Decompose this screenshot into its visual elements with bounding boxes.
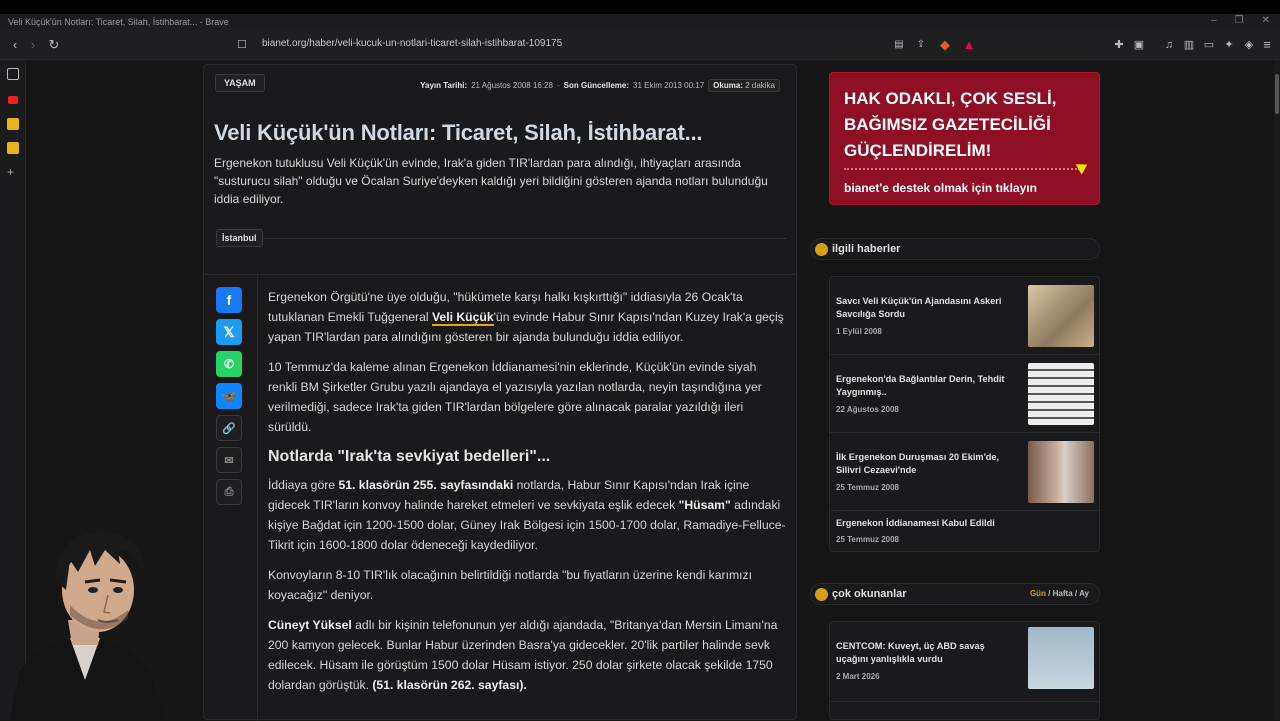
extensions-icon[interactable]: ✚ <box>1110 36 1128 54</box>
list-item[interactable]: Savcı Veli Küçük'ün Ajandasını Askeri Sa… <box>830 277 1099 355</box>
maximize-icon[interactable]: ❐ <box>1235 15 1244 26</box>
section-dot-icon <box>815 243 828 256</box>
item-date: 22 Ağustos 2008 <box>836 405 899 414</box>
reload-icon[interactable]: ↻ <box>45 36 63 54</box>
article-header: YAŞAM Yayın Tarihi: 21 Ağustos 2008 16:2… <box>204 65 796 275</box>
brave-rewards-icon[interactable]: ▲ <box>960 36 978 54</box>
item-title[interactable]: CENTCOM: Kuveyt, üç ABD savaş uçağını ya… <box>836 640 1016 666</box>
mail-icon[interactable]: ✉ <box>216 447 242 473</box>
bookmark-app-icon[interactable] <box>7 142 19 154</box>
banner-cta[interactable]: bianet'e destek olmak için tıklayın <box>844 181 1037 195</box>
music-icon[interactable]: ♫ <box>1160 36 1178 54</box>
category-badge[interactable]: YAŞAM <box>215 74 265 92</box>
item-title[interactable]: Savcı Veli Küçük'ün Ajandasını Askeri Sa… <box>836 295 1016 321</box>
article-title: Veli Küçük'ün Notları: Ticaret, Silah, İ… <box>214 120 703 145</box>
window-controls: – ❐ ✕ <box>1211 15 1270 26</box>
bluesky-icon[interactable]: 🦋 <box>216 383 242 409</box>
article-lead: Ergenekon tutuklusu Veli Küçük'ün evinde… <box>214 156 768 206</box>
related-news-title: ilgili haberler <box>832 243 901 255</box>
item-date: 2 Mart 2026 <box>836 672 880 681</box>
back-icon[interactable]: ‹ <box>6 36 24 54</box>
share-icon[interactable]: ⇪ <box>912 36 930 54</box>
article-body: Ergenekon Örgütü'ne üye olduğu, "hükümet… <box>268 287 788 705</box>
list-item[interactable]: Ergenekon'da Bağlantılar Derin, Tehdit Y… <box>830 355 1099 433</box>
sidebar-panel-icon[interactable] <box>7 68 19 80</box>
read-time-badge: Okuma: 2 dakika <box>708 79 780 92</box>
most-read-header: çok okunanlar Gün / Hafta / Ay <box>810 583 1100 605</box>
address-bar[interactable]: bianet.org/haber/veli-kucuk-un-notlari-t… <box>262 38 562 49</box>
item-title[interactable]: İlk Ergenekon Duruşması 20 Ekim'de, Sili… <box>836 451 1016 477</box>
news-thumbnail[interactable] <box>1028 285 1094 347</box>
streamer-avatar <box>10 532 165 720</box>
section-heading: Notlarda "Irak'ta sevkiyat bedelleri"... <box>268 448 551 465</box>
related-news-list: Savcı Veli Küçük'ün Ajandasını Askeri Sa… <box>829 276 1100 552</box>
add-icon[interactable]: + <box>7 166 19 178</box>
related-news-header: ilgili haberler <box>810 238 1100 260</box>
paragraph: 10 Temmuz'da kaleme alınan Ergenekon İdd… <box>268 360 762 434</box>
camera-icon[interactable]: ▣ <box>1130 36 1148 54</box>
banner-wave <box>844 168 1080 171</box>
item-title[interactable]: Ergenekon İddianamesi Kabul Edildi <box>836 517 1086 530</box>
item-date: 25 Temmuz 2008 <box>836 535 899 544</box>
tab-month[interactable]: Ay <box>1079 589 1089 598</box>
article-meta: Yayın Tarihi: 21 Ağustos 2008 16:28 - So… <box>420 79 780 92</box>
reader-icon[interactable]: ▤ <box>890 36 908 54</box>
published-label: Yayın Tarihi: <box>420 81 468 90</box>
news-thumbnail[interactable] <box>1028 363 1094 425</box>
section-dot-icon <box>815 588 828 601</box>
scrollbar-thumb[interactable] <box>1275 74 1279 114</box>
forward-icon[interactable]: › <box>24 36 42 54</box>
share-bar: f 𝕏 ✆ 🦋 🔗 ✉ ⎙ <box>204 275 258 721</box>
updated-date: 31 Ekim 2013 00:17 <box>633 81 705 90</box>
published-date: 21 Ağustos 2008 16:28 <box>471 81 553 90</box>
window-titlebar: Veli Küçük'ün Notları: Ticaret, Silah, İ… <box>0 0 1280 30</box>
divider <box>262 238 786 239</box>
item-title[interactable]: Ergenekon'da Bağlantılar Derin, Tehdit Y… <box>836 373 1016 399</box>
wallet-icon[interactable]: ▭ <box>1200 36 1218 54</box>
bookmark-icon[interactable]: ☐ <box>233 36 251 54</box>
tab-day[interactable]: Gün <box>1030 589 1046 598</box>
news-thumbnail[interactable] <box>1028 627 1094 689</box>
updated-label: Son Güncelleme: <box>563 81 629 90</box>
brave-shields-icon[interactable]: ◆ <box>936 36 954 54</box>
leo-icon[interactable]: ✦ <box>1220 36 1238 54</box>
facebook-icon[interactable]: f <box>216 287 242 313</box>
banner-headline: HAK ODAKLI, ÇOK SESLİ, BAĞIMSIZ GAZETECİ… <box>844 89 1057 160</box>
news-thumbnail[interactable] <box>1028 441 1094 503</box>
paragraph: İddiaya göre 51. klasörün 255. sayfasınd… <box>268 478 786 552</box>
article-card: YAŞAM Yayın Tarihi: 21 Ağustos 2008 16:2… <box>203 64 797 721</box>
support-banner[interactable]: HAK ODAKLI, ÇOK SESLİ, BAĞIMSIZ GAZETECİ… <box>829 72 1100 205</box>
window-title: Veli Küçük'ün Notları: Ticaret, Silah, İ… <box>8 17 229 27</box>
item-date: 1 Eylül 2008 <box>836 327 882 336</box>
list-item[interactable]: Ergenekon İddianamesi Kabul Edildi 25 Te… <box>830 511 1099 551</box>
location-badge[interactable]: İstanbul <box>216 229 263 247</box>
print-icon[interactable]: ⎙ <box>216 479 242 505</box>
paragraph: Ergenekon Örgütü'ne üye olduğu, "hükümet… <box>268 290 784 344</box>
period-tabs: Gün / Hafta / Ay <box>1029 589 1089 598</box>
item-date: 25 Temmuz 2008 <box>836 483 899 492</box>
minimize-icon[interactable]: – <box>1211 15 1217 26</box>
veli-kucuk-link[interactable]: Veli Küçük <box>431 310 494 326</box>
most-read-list: CENTCOM: Kuveyt, üç ABD savaş uçağını ya… <box>829 621 1100 720</box>
tab-week[interactable]: Hafta <box>1053 589 1073 598</box>
bookmark-app-icon[interactable] <box>7 118 19 130</box>
youtube-icon[interactable] <box>8 96 18 104</box>
menu-icon[interactable]: ≡ <box>1258 36 1276 54</box>
paragraph: Cüneyt Yüksel adlı bir kişinin telefonun… <box>268 618 778 692</box>
link-icon[interactable]: 🔗 <box>216 415 242 441</box>
sidebar-toggle-icon[interactable]: ▥ <box>1180 36 1198 54</box>
vpn-icon[interactable]: ◈ <box>1240 36 1258 54</box>
list-item[interactable]: CENTCOM: Kuveyt, üç ABD savaş uçağını ya… <box>830 622 1099 702</box>
most-read-title: çok okunanlar <box>832 588 907 600</box>
paragraph: Konvoyların 8-10 TIR'lık olacağının beli… <box>268 568 753 602</box>
whatsapp-icon[interactable]: ✆ <box>216 351 242 377</box>
browser-toolbar: ‹ › ↻ ☐ bianet.org/haber/veli-kucuk-un-n… <box>0 30 1280 60</box>
list-item[interactable]: İlk Ergenekon Duruşması 20 Ekim'de, Sili… <box>830 433 1099 511</box>
page-scrollbar[interactable] <box>1274 60 1280 720</box>
x-icon[interactable]: 𝕏 <box>216 319 242 345</box>
close-icon[interactable]: ✕ <box>1262 15 1270 26</box>
